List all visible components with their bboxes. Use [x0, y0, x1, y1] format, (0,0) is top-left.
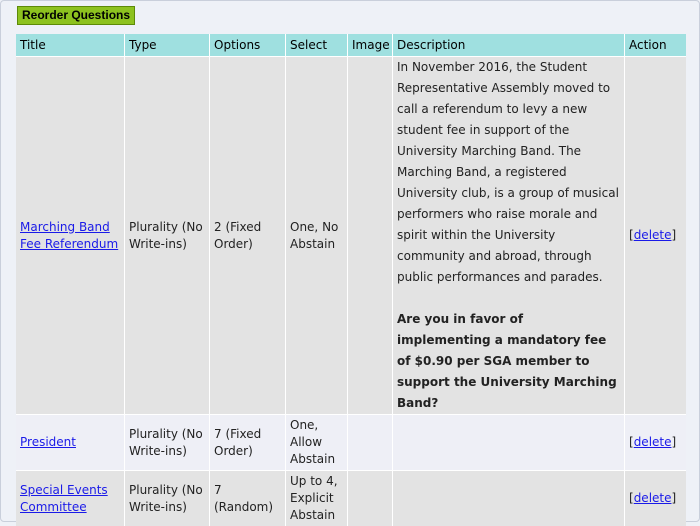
column-header-options: Options: [210, 34, 286, 56]
question-options-cell: 7 (Random): [210, 470, 286, 526]
question-description-cell: In November 2016, the Student Representa…: [393, 56, 625, 414]
question-action-cell: [delete]: [625, 56, 686, 414]
question-type-cell: Plurality (No Write-ins): [125, 414, 210, 470]
question-title-cell: Special Events Committee: [16, 470, 125, 526]
column-header-action: Action: [625, 34, 686, 56]
delete-link[interactable]: delete: [634, 228, 672, 242]
table-header-row: Title Type Options Select Image Descript…: [16, 34, 686, 56]
question-description-cell: [393, 470, 625, 526]
question-title-link[interactable]: Marching Band Fee Referendum: [20, 220, 118, 251]
question-action-cell: [delete]: [625, 470, 686, 526]
table-row: Marching Band Fee Referendum Plurality (…: [16, 56, 686, 414]
question-select-cell: One, Allow Abstain: [286, 414, 348, 470]
table-row: Special Events Committee Plurality (No W…: [16, 470, 686, 526]
column-header-select: Select: [286, 34, 348, 56]
column-header-description: Description: [393, 34, 625, 56]
column-header-image: Image: [348, 34, 393, 56]
delete-link[interactable]: delete: [634, 491, 672, 505]
description-text: In November 2016, the Student Representa…: [397, 60, 619, 284]
table-row: President Plurality (No Write-ins) 7 (Fi…: [16, 414, 686, 470]
question-options-cell: 2 (Fixed Order): [210, 56, 286, 414]
question-title-cell: President: [16, 414, 125, 470]
column-header-type: Type: [125, 34, 210, 56]
question-type-cell: Plurality (No Write-ins): [125, 56, 210, 414]
question-description-cell: [393, 414, 625, 470]
question-select-cell: One, No Abstain: [286, 56, 348, 414]
question-select-cell: Up to 4, Explicit Abstain: [286, 470, 348, 526]
question-title-link[interactable]: President: [20, 435, 76, 449]
delete-link[interactable]: delete: [634, 435, 672, 449]
reorder-questions-button[interactable]: Reorder Questions: [17, 6, 136, 25]
question-action-cell: [delete]: [625, 414, 686, 470]
question-options-cell: 7 (Fixed Order): [210, 414, 286, 470]
question-image-cell: [348, 470, 393, 526]
questions-table: Title Type Options Select Image Descript…: [16, 34, 686, 526]
description-question: Are you in favor of implementing a manda…: [397, 312, 617, 410]
question-title-link[interactable]: Special Events Committee: [20, 483, 108, 514]
column-header-title: Title: [16, 34, 125, 56]
question-title-cell: Marching Band Fee Referendum: [16, 56, 125, 414]
question-image-cell: [348, 56, 393, 414]
question-type-cell: Plurality (No Write-ins): [125, 470, 210, 526]
question-image-cell: [348, 414, 393, 470]
